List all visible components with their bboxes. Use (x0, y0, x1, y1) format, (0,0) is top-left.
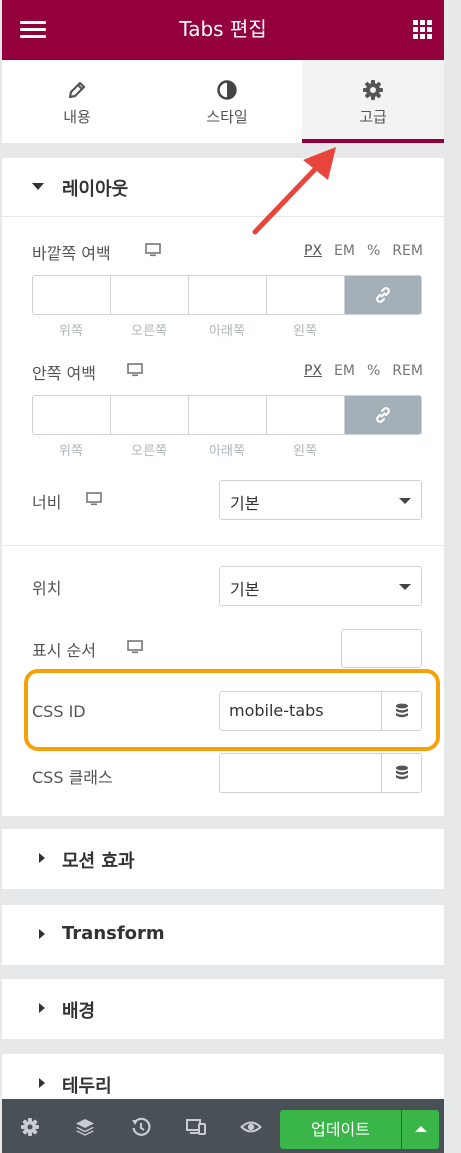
css-classes-input[interactable] (219, 753, 422, 793)
chevron-down-icon (399, 584, 411, 590)
margin-label: 바깥쪽 여백 (32, 244, 111, 263)
margin-inputs (32, 275, 422, 315)
field-label: 오른쪽 (131, 444, 167, 459)
margin-right-input[interactable] (111, 276, 189, 314)
padding-units: PX EM% REM (304, 363, 435, 379)
layout-section-header[interactable]: 레이아웃 (2, 158, 444, 216)
margin-bottom-input[interactable] (189, 276, 267, 314)
width-select[interactable]: 기본 (219, 480, 422, 520)
unit-px[interactable]: PX (304, 243, 322, 259)
section-title: 배경 (62, 1001, 96, 1022)
position-label: 위치 (32, 579, 62, 598)
update-button[interactable]: 업데이트 (280, 1110, 401, 1149)
padding-label: 안쪽 여백 (32, 364, 96, 383)
margin-field-labels: 위쪽 오른쪽 아래쪽 왼쪽 (32, 320, 344, 339)
section-title: 테두리 (62, 1076, 112, 1097)
divider (2, 545, 444, 546)
caret-down-icon (32, 183, 44, 190)
tab-content[interactable]: 내용 (2, 60, 152, 143)
link-icon (376, 407, 390, 423)
settings-gear-icon[interactable] (19, 1116, 41, 1138)
background-section[interactable]: 배경 (2, 979, 444, 1039)
eye-preview-icon[interactable] (240, 1116, 262, 1138)
unit-rem[interactable]: REM (392, 243, 423, 259)
caret-right-icon (39, 929, 45, 939)
database-icon (395, 765, 408, 780)
caret-right-icon (39, 1078, 45, 1088)
tab-style[interactable]: 스타일 (152, 60, 302, 143)
padding-field-labels: 위쪽 오른쪽 아래쪽 왼쪽 (32, 440, 344, 459)
field-label: 왼쪽 (293, 324, 317, 339)
widgets-grid-icon[interactable] (413, 20, 432, 39)
order-label: 표시 순서 (32, 641, 96, 660)
panel-footer: 업데이트 (2, 1099, 444, 1153)
padding-top-input[interactable] (33, 396, 111, 434)
panel-header: Tabs 편집 (2, 0, 444, 60)
margin-units: PX EM% REM (304, 243, 435, 259)
padding-inputs (32, 395, 422, 435)
padding-right-input[interactable] (111, 396, 189, 434)
caret-right-icon (39, 1003, 45, 1013)
panel-title: Tabs 편집 (179, 17, 267, 41)
field-label: 위쪽 (59, 444, 83, 459)
width-select-value: 기본 (230, 494, 260, 513)
unit-percent[interactable]: % (367, 363, 380, 379)
dynamic-tags-button[interactable] (381, 754, 421, 792)
highlight-box (24, 669, 440, 751)
link-icon (376, 287, 390, 303)
gear-icon (363, 80, 383, 100)
divider (2, 143, 444, 158)
field-label: 아래쪽 (209, 324, 245, 339)
padding-left-input[interactable] (267, 396, 345, 434)
field-label: 오른쪽 (131, 324, 167, 339)
chevron-down-icon (399, 498, 411, 504)
padding-bottom-input[interactable] (189, 396, 267, 434)
field-label: 아래쪽 (209, 444, 245, 459)
link-values-button[interactable] (345, 396, 421, 434)
tab-content-label: 내용 (63, 108, 91, 126)
responsive-devices-icon[interactable] (185, 1116, 207, 1138)
field-label: 위쪽 (59, 324, 83, 339)
desktop-icon[interactable] (127, 363, 143, 377)
unit-percent[interactable]: % (367, 243, 380, 259)
desktop-icon[interactable] (127, 640, 143, 654)
css-classes-label: CSS 클래스 (32, 768, 113, 787)
position-select-value: 기본 (230, 580, 260, 599)
contrast-icon (217, 80, 237, 100)
panel-tabs: 내용 스타일 고급 (2, 60, 444, 143)
margin-top-input[interactable] (33, 276, 111, 314)
unit-px[interactable]: PX (304, 363, 322, 379)
link-values-button[interactable] (345, 276, 421, 314)
update-options-button[interactable] (402, 1110, 439, 1149)
field-label: 왼쪽 (293, 444, 317, 459)
editor-panel: Tabs 편집 내용 스타일 고급 레이아웃 바깥쪽 여백 PX EM % RE… (0, 0, 461, 1153)
pencil-icon (68, 81, 86, 99)
unit-rem[interactable]: REM (392, 363, 423, 379)
section-title: Transform (62, 923, 165, 944)
order-input[interactable] (341, 629, 422, 668)
desktop-icon[interactable] (86, 492, 102, 506)
unit-em[interactable]: EM (334, 363, 355, 379)
caret-right-icon (39, 853, 45, 863)
divider (2, 216, 444, 217)
position-select[interactable]: 기본 (219, 566, 422, 606)
layout-section-title: 레이아웃 (62, 179, 129, 200)
motion-effects-section[interactable]: 모션 효과 (2, 829, 444, 889)
tab-advanced[interactable]: 고급 (302, 60, 444, 143)
history-icon[interactable] (130, 1116, 152, 1138)
width-label: 너비 (32, 493, 62, 512)
tab-style-label: 스타일 (206, 108, 248, 126)
transform-section[interactable]: Transform (2, 905, 444, 965)
chevron-up-icon (415, 1126, 427, 1132)
layers-icon[interactable] (74, 1116, 96, 1138)
unit-em[interactable]: EM (334, 243, 355, 259)
desktop-icon[interactable] (145, 243, 161, 257)
section-title: 모션 효과 (62, 851, 135, 872)
margin-left-input[interactable] (267, 276, 345, 314)
tab-advanced-label: 고급 (359, 108, 387, 126)
